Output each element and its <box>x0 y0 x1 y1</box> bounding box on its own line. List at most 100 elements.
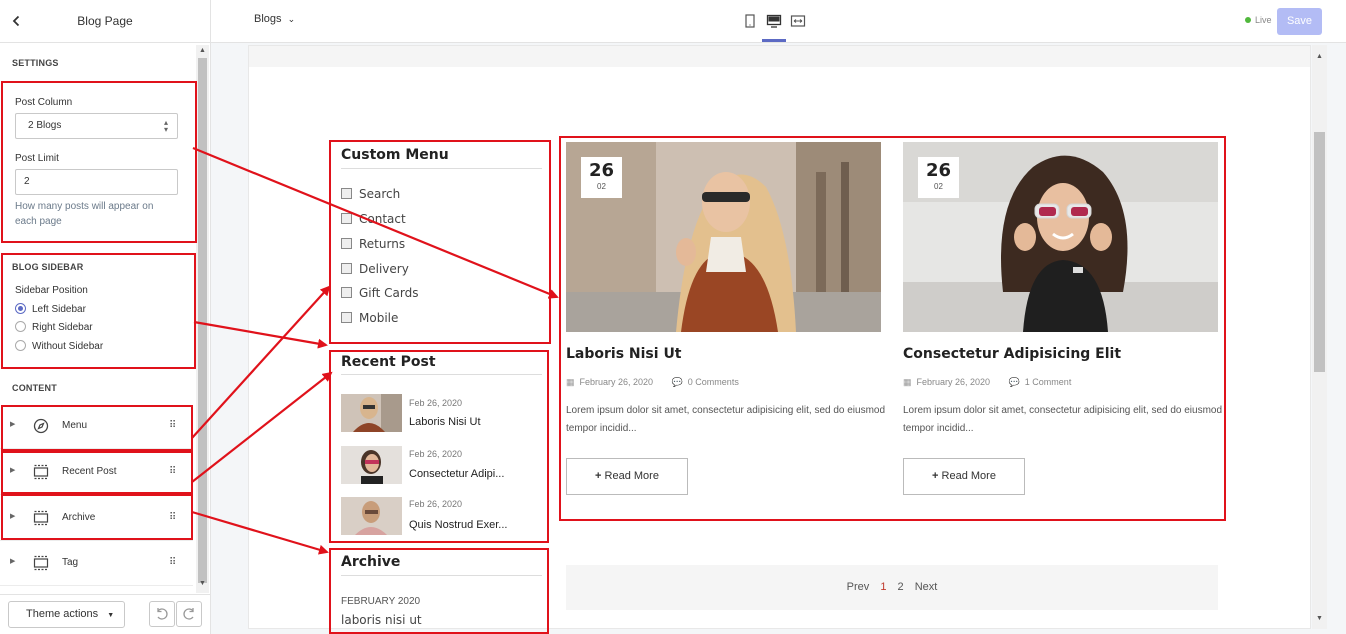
read-more-label: Read More <box>941 470 996 482</box>
menu-item-mobile[interactable]: Mobile <box>341 311 398 325</box>
caret-down-icon: ▼ <box>107 612 115 619</box>
date-badge: 26 02 <box>581 157 622 198</box>
drag-handle-icon[interactable]: ⠿ <box>169 512 176 523</box>
preview-scrollbar[interactable]: ▲ ▼ <box>1312 45 1327 629</box>
archive-link[interactable]: laboris nisi ut <box>341 613 422 627</box>
menu-item-label: Contact <box>359 212 406 226</box>
read-more-button[interactable]: + Read More <box>566 458 688 495</box>
recent-post-thumbnail[interactable] <box>341 497 402 535</box>
post-meta: ▦ February 26, 2020 💬 0 Comments <box>566 377 739 388</box>
sidebar-position-label: Sidebar Position <box>15 285 88 296</box>
pagination-prev[interactable]: Prev <box>847 581 870 593</box>
theme-actions-button[interactable]: Theme actions ▼ <box>8 601 125 628</box>
fullwidth-view-button[interactable] <box>790 13 806 29</box>
live-status: Live <box>1245 15 1272 25</box>
scroll-thumb[interactable] <box>1314 132 1325 372</box>
compass-icon <box>33 418 49 434</box>
comment-icon: 💬 <box>1008 377 1020 387</box>
recent-post-link[interactable]: Consectetur Adipi... <box>409 468 504 480</box>
drag-handle-icon[interactable]: ⠿ <box>169 420 176 431</box>
save-button[interactable]: Save <box>1277 8 1322 35</box>
radio-checked-icon <box>15 303 26 314</box>
live-dot-icon <box>1245 17 1251 23</box>
pagination: Prev 1 2 Next <box>566 565 1218 610</box>
desktop-view-button[interactable] <box>766 13 782 29</box>
archive-month: FEBRUARY 2020 <box>341 596 421 607</box>
content-item-tag[interactable]: ▶ Tag ⠿ <box>0 542 193 586</box>
scroll-down-icon[interactable]: ▼ <box>1316 615 1323 622</box>
theme-editor-sidebar: Blog Page SETTINGS Post Column 2 Blogs ▴… <box>0 0 211 634</box>
recent-post-title: Recent Post <box>341 354 436 370</box>
pagination-page-2[interactable]: 2 <box>898 581 904 593</box>
post-title-link[interactable]: Laboris Nisi Ut <box>566 346 682 362</box>
scroll-up-icon[interactable]: ▲ <box>1316 53 1323 60</box>
post-comments[interactable]: 1 Comment <box>1025 377 1072 387</box>
date-month: 02 <box>934 182 943 191</box>
sidebar-scrollbar[interactable]: ▲ ▼ <box>196 45 209 593</box>
radio-label: Left Sidebar <box>32 304 86 315</box>
post-date: February 26, 2020 <box>916 377 991 387</box>
checkbox-icon <box>341 238 352 249</box>
post-title-link[interactable]: Consectetur Adipisicing Elit <box>903 346 1121 362</box>
content-item-recent-post[interactable]: ▶ Recent Post ⠿ <box>0 451 193 495</box>
section-icon <box>33 464 49 480</box>
page-selector[interactable]: Blogs ⌄ <box>254 13 295 25</box>
content-item-archive[interactable]: ▶ Archive ⠿ <box>0 497 193 541</box>
content-item-label: Menu <box>62 420 88 431</box>
divider <box>341 575 542 576</box>
recent-post-date: Feb 26, 2020 <box>409 449 463 459</box>
post-limit-input[interactable]: 2 <box>15 169 178 195</box>
fullwidth-icon <box>790 15 806 27</box>
editor-topbar: Blogs ⌄ Live Save <box>211 0 1346 43</box>
post-column-value: 2 Blogs <box>28 120 62 131</box>
menu-item-search[interactable]: Search <box>341 187 400 201</box>
calendar-icon: ▦ <box>566 377 575 387</box>
post-comments[interactable]: 0 Comments <box>688 377 739 387</box>
section-icon <box>33 510 49 526</box>
menu-item-delivery[interactable]: Delivery <box>341 262 409 276</box>
caret-right-icon[interactable]: ▶ <box>10 420 15 428</box>
recent-post-link[interactable]: Quis Nostrud Exer... <box>409 519 507 531</box>
post-image[interactable]: 26 02 <box>903 142 1218 332</box>
comment-icon: 💬 <box>671 377 683 387</box>
radio-icon <box>15 321 26 332</box>
radio-right-sidebar[interactable]: Right Sidebar <box>15 321 93 335</box>
sidebar-footer: Theme actions ▼ <box>0 594 210 634</box>
checkbox-icon <box>341 213 352 224</box>
scroll-down-icon[interactable]: ▼ <box>199 580 206 587</box>
drag-handle-icon[interactable]: ⠿ <box>169 466 176 477</box>
radio-left-sidebar[interactable]: Left Sidebar <box>15 303 86 317</box>
caret-right-icon[interactable]: ▶ <box>10 466 15 474</box>
content-item-menu[interactable]: ▶ Menu ⠿ <box>0 405 193 449</box>
recent-post-date: Feb 26, 2020 <box>409 398 463 408</box>
post-limit-help: How many posts will appear on each page <box>15 201 154 227</box>
drag-handle-icon[interactable]: ⠿ <box>169 557 176 568</box>
menu-item-gift-cards[interactable]: Gift Cards <box>341 286 419 300</box>
caret-right-icon[interactable]: ▶ <box>10 512 15 520</box>
section-icon <box>33 555 49 571</box>
redo-button[interactable] <box>176 601 202 627</box>
pagination-page-1[interactable]: 1 <box>880 581 886 593</box>
recent-post-link[interactable]: Laboris Nisi Ut <box>409 416 481 428</box>
mobile-view-button[interactable] <box>742 13 758 29</box>
radio-label: Right Sidebar <box>32 322 93 333</box>
preview-top-strip <box>249 46 1310 67</box>
custom-menu-title: Custom Menu <box>341 147 449 163</box>
post-column-label: Post Column <box>15 97 73 108</box>
post-meta: ▦ February 26, 2020 💬 1 Comment <box>903 377 1071 388</box>
read-more-button[interactable]: + Read More <box>903 458 1025 495</box>
undo-button[interactable] <box>149 601 175 627</box>
scroll-thumb[interactable] <box>198 58 207 583</box>
pagination-next[interactable]: Next <box>915 581 938 593</box>
post-column-select[interactable]: 2 Blogs ▴ ▾ <box>15 113 178 139</box>
caret-right-icon[interactable]: ▶ <box>10 557 15 565</box>
menu-item-returns[interactable]: Returns <box>341 237 405 251</box>
recent-post-thumbnail[interactable] <box>341 446 402 484</box>
menu-item-label: Returns <box>359 237 406 251</box>
post-image[interactable]: 26 02 <box>566 142 881 332</box>
recent-post-thumbnail[interactable] <box>341 394 402 432</box>
menu-item-contact[interactable]: Contact <box>341 212 406 226</box>
scroll-up-icon[interactable]: ▲ <box>199 47 206 54</box>
radio-without-sidebar[interactable]: Without Sidebar <box>15 340 103 354</box>
menu-item-label: Gift Cards <box>359 286 419 300</box>
